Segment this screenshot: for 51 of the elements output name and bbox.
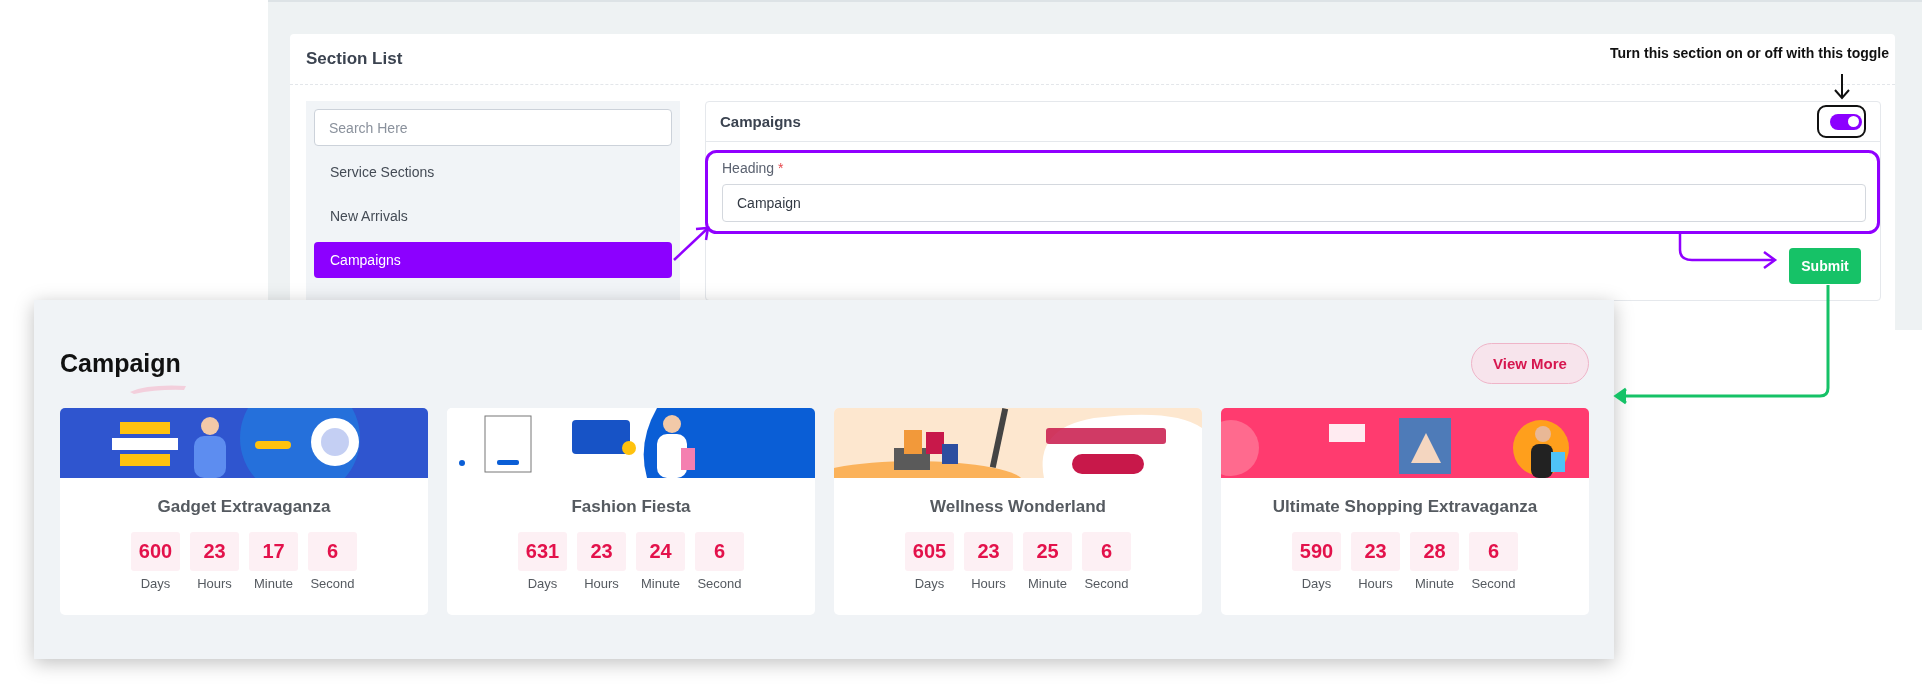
countdown-value: 23	[190, 532, 239, 571]
countdown-unit: Minute	[254, 576, 293, 591]
campaign-name: Gadget Extravaganza	[157, 497, 331, 517]
countdown-value: 605	[905, 532, 954, 571]
arrow	[1834, 73, 1850, 100]
arrow	[673, 226, 710, 261]
campaign-name: Wellness Wonderland	[930, 497, 1106, 517]
view-more-button[interactable]: View More	[1471, 342, 1589, 384]
section-item[interactable]: New Arrivals	[314, 198, 672, 234]
heading-input[interactable]: Campaign	[722, 184, 1866, 222]
countdown-value: 6	[1082, 532, 1131, 571]
countdown-value: 6	[308, 532, 357, 571]
section-title: Campaign	[60, 348, 181, 378]
campaign-name: Ultimate Shopping Extravaganza	[1272, 497, 1538, 517]
countdown-unit: Days	[140, 576, 171, 591]
countdown-value: 6	[695, 532, 744, 571]
countdown-value: 17	[249, 532, 298, 571]
countdown-unit: Second	[310, 576, 355, 591]
toggle-switch[interactable]	[1830, 113, 1862, 130]
countdown-value: 23	[1351, 532, 1400, 571]
panel-title: Campaigns	[720, 113, 801, 130]
countdown-unit: Second	[1084, 576, 1129, 591]
countdown-value: 23	[577, 532, 626, 571]
countdown-unit: Days	[1301, 576, 1332, 591]
section-item[interactable]: Campaigns	[314, 242, 672, 278]
countdown-value: 6	[1469, 532, 1518, 571]
annotation-text: Turn this section on or off with this toggle	[1610, 45, 1889, 61]
countdown-value: 600	[131, 532, 180, 571]
countdown-unit: Minute	[641, 576, 680, 591]
countdown-value: 631	[518, 532, 567, 571]
countdown-unit: Minute	[1028, 576, 1067, 591]
campaign-name: Fashion Fiesta	[571, 497, 691, 517]
countdown-value: 25	[1023, 532, 1072, 571]
field-label: Heading *	[722, 160, 785, 176]
countdown-unit: Hours	[197, 576, 232, 591]
countdown-unit: Hours	[584, 576, 619, 591]
countdown-unit: Second	[697, 576, 742, 591]
countdown-value: 23	[964, 532, 1013, 571]
section-item[interactable]: Service Sections	[314, 154, 672, 190]
countdown-value: 28	[1410, 532, 1459, 571]
card-title: Section List	[306, 49, 403, 69]
countdown-unit: Minute	[1415, 576, 1454, 591]
countdown-unit: Hours	[1358, 576, 1393, 591]
countdown-unit: Days	[914, 576, 945, 591]
countdown-value: 24	[636, 532, 685, 571]
search-field[interactable]: Search Here	[314, 109, 672, 146]
countdown-value: 590	[1292, 532, 1341, 571]
highlight-frame	[1817, 105, 1866, 138]
countdown-unit: Hours	[971, 576, 1006, 591]
countdown-unit: Second	[1471, 576, 1516, 591]
countdown-unit: Days	[527, 576, 558, 591]
